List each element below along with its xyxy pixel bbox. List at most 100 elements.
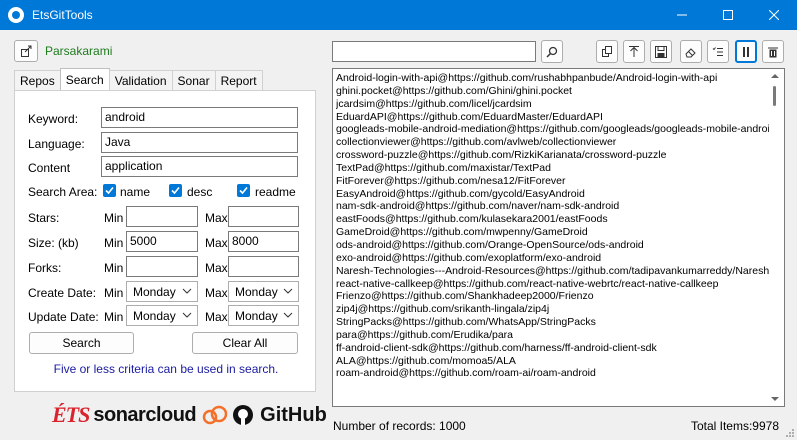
list-item[interactable]: nam-sdk-android@https://github.com/naver… <box>336 200 769 213</box>
close-button[interactable] <box>751 0 797 30</box>
checkmark-icon <box>239 186 248 195</box>
forks-min-input[interactable] <box>126 256 198 277</box>
export-button[interactable] <box>623 40 645 63</box>
github-logo-icon <box>233 405 254 425</box>
copy-button[interactable] <box>596 40 618 63</box>
vertical-scrollbar[interactable] <box>767 70 783 405</box>
size-min-input[interactable]: 5000 <box>126 231 198 252</box>
name-checkbox[interactable] <box>103 184 116 197</box>
records-count: Number of records: 1000 <box>333 419 466 433</box>
readme-checkbox-label: readme <box>255 185 296 199</box>
forks-label: Forks: <box>28 261 62 275</box>
desc-checkbox[interactable] <box>169 184 182 197</box>
list-item[interactable]: TextPad@https://github.com/maxistar/Text… <box>336 162 769 175</box>
list-item[interactable]: jcardsim@https://github.com/licel/jcards… <box>336 98 769 111</box>
update-max-select[interactable]: Monday <box>228 305 299 326</box>
keyword-label: Keyword: <box>28 112 79 126</box>
sonarcloud-logo: sonarcloud <box>93 403 197 426</box>
keyword-input[interactable]: android <box>101 107 298 128</box>
list-item[interactable]: crossword-puzzle@https://github.com/Rizk… <box>336 149 769 162</box>
search-button[interactable]: Search <box>29 332 134 354</box>
resize-grip-icon[interactable] <box>785 428 795 438</box>
list-view-button[interactable] <box>707 40 729 63</box>
list-item[interactable]: ods-android@https://github.com/Orange-Op… <box>336 239 769 252</box>
tab-validation[interactable]: Validation <box>108 70 173 90</box>
tab-sonar[interactable]: Sonar <box>171 70 216 90</box>
clear-all-button[interactable]: Clear All <box>192 332 298 354</box>
logo-strip: ÉTS sonarcloud GitHub <box>52 402 327 428</box>
content-input[interactable]: application <box>101 156 298 177</box>
tab-report[interactable]: Report <box>214 70 263 90</box>
list-item[interactable]: react-native-callkeep@https://github.com… <box>336 278 769 291</box>
list-item[interactable]: EasyAndroid@https://github.com/gycold/Ea… <box>336 188 769 201</box>
name-checkbox-label: name <box>120 185 151 199</box>
list-item[interactable]: eastFoods@https://github.com/kulasekara2… <box>336 213 769 226</box>
results-filter-input[interactable] <box>332 41 536 62</box>
readme-checkbox[interactable] <box>237 184 250 197</box>
scroll-up-icon[interactable] <box>771 73 779 79</box>
list-item[interactable]: collectionviewer@https://github.com/avlw… <box>336 136 769 149</box>
clear-results-button[interactable] <box>680 40 702 63</box>
forks-min-label: Min <box>104 261 124 275</box>
create-date-label: Create Date: <box>28 286 97 300</box>
forks-max-label: Max <box>205 261 228 275</box>
results-list[interactable]: Android-login-with-api@https://github.co… <box>332 68 785 407</box>
list-item[interactable]: Naresh-Technologies---Android-Resources@… <box>336 265 769 278</box>
create-min-select[interactable]: Monday <box>126 281 198 302</box>
logout-icon <box>21 45 32 57</box>
scrollbar-thumb[interactable] <box>773 86 776 106</box>
checkmark-icon <box>105 186 114 195</box>
create-min-label: Min <box>104 286 124 300</box>
forks-max-input[interactable] <box>228 256 299 277</box>
stars-max-input[interactable] <box>228 206 299 227</box>
list-item[interactable]: zip4j@https://github.com/srikanth-lingal… <box>336 303 769 316</box>
list-item[interactable]: FitForever@https://github.com/nesa12/Fit… <box>336 175 769 188</box>
trash-icon <box>768 47 778 57</box>
list-item[interactable]: ghini.pocket@https://github.com/Ghini/gh… <box>336 85 769 98</box>
size-label: Size: (kb) <box>28 236 79 250</box>
list-item[interactable]: para@https://github.com/Erudika/para <box>336 329 769 342</box>
content-label: Content <box>28 161 71 175</box>
list-item[interactable]: exo-android@https://github.com/exoplatfo… <box>336 252 769 265</box>
search-panel: Keyword: android Language: Java Content … <box>14 90 316 392</box>
pause-button[interactable] <box>735 40 757 63</box>
logout-button[interactable] <box>14 40 38 62</box>
github-app-icon <box>8 7 24 23</box>
minimize-button[interactable] <box>659 0 705 30</box>
list-item[interactable]: GameDroid@https://github.com/mwpenny/Gam… <box>336 226 769 239</box>
language-input[interactable]: Java <box>101 132 298 153</box>
ets-logo: ÉTS <box>52 402 90 427</box>
upload-icon <box>629 45 639 57</box>
size-max-input[interactable]: 8000 <box>228 231 299 252</box>
list-item[interactable]: googleads-mobile-android-mediation@https… <box>336 123 769 136</box>
list-item[interactable]: StringPacks@https://github.com/WhatsApp/… <box>336 316 769 329</box>
chevron-down-icon <box>182 312 192 318</box>
pause-icon <box>743 46 749 57</box>
scroll-down-icon[interactable] <box>771 396 779 402</box>
create-max-label: Max <box>205 286 228 300</box>
total-items: Total Items:9978 <box>690 419 779 433</box>
user-name: Parsakarami <box>45 44 113 58</box>
list-item[interactable]: Frienzo@https://github.com/Shankhadeep20… <box>336 290 769 303</box>
create-max-select[interactable]: Monday <box>228 281 299 302</box>
results-rows: Android-login-with-api@https://github.co… <box>336 72 769 380</box>
update-date-label: Update Date: <box>28 310 99 324</box>
stars-min-input[interactable] <box>126 206 198 227</box>
tab-repos[interactable]: Repos <box>14 70 61 90</box>
list-item[interactable]: Android-login-with-api@https://github.co… <box>336 72 769 85</box>
delete-button[interactable] <box>762 40 784 63</box>
title-bar: EtsGitTools <box>0 0 797 30</box>
list-item[interactable]: ALA@https://github.com/momoa5/ALA <box>336 355 769 368</box>
close-icon <box>769 10 779 20</box>
tab-bar: Repos Search Validation Sonar Report <box>14 68 263 90</box>
update-max-label: Max <box>205 310 228 324</box>
copy-icon <box>602 45 612 57</box>
filter-search-button[interactable] <box>541 40 563 63</box>
maximize-button[interactable] <box>705 0 751 30</box>
list-item[interactable]: roam-android@https://github.com/roam-ai/… <box>336 367 769 380</box>
list-item[interactable]: EduardAPI@https://github.com/EduardMaste… <box>336 111 769 124</box>
save-button[interactable] <box>650 40 672 63</box>
update-min-select[interactable]: Monday <box>126 305 198 326</box>
list-item[interactable]: ff-android-client-sdk@https://github.com… <box>336 342 769 355</box>
tab-search[interactable]: Search <box>59 68 110 90</box>
